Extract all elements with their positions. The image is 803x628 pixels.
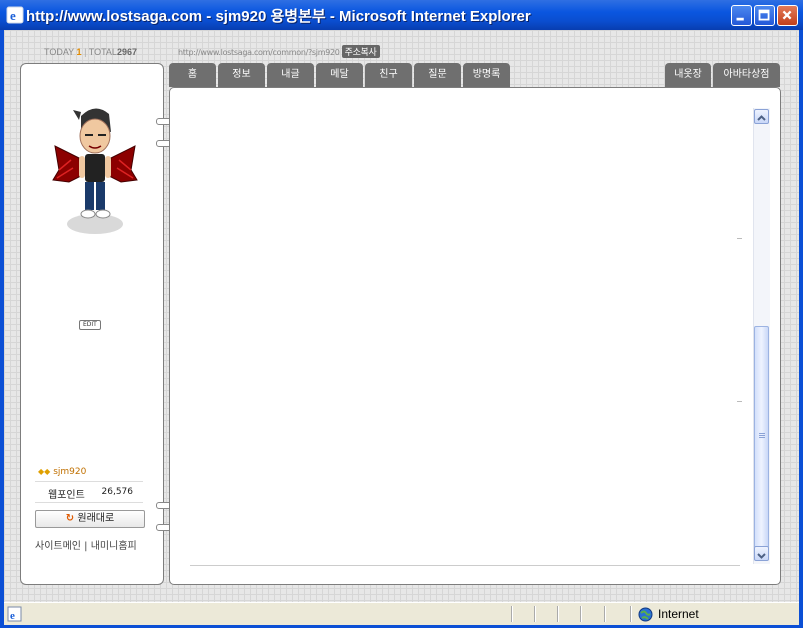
tab-avatar-shop[interactable]: 아바타상점 <box>713 63 780 87</box>
visit-counter: TODAY 1 | TOTAL2967 <box>44 47 137 57</box>
tab-friends[interactable]: 친구 <box>365 63 412 87</box>
security-zone: Internet <box>658 607 699 621</box>
total-label: TOTAL <box>88 47 117 57</box>
total-value: 2967 <box>116 47 137 57</box>
scroll-thumb[interactable] <box>754 326 769 548</box>
today-label: TODAY <box>44 47 75 57</box>
status-separator <box>557 606 559 622</box>
globe-icon <box>638 607 653 622</box>
copy-address-button[interactable]: 주소복사 <box>341 45 380 58</box>
status-separator <box>630 606 632 622</box>
maximize-icon <box>758 9 770 21</box>
main-panel <box>169 87 781 585</box>
status-separator <box>511 606 513 622</box>
site-links[interactable]: 사이트메인 | 내미니홈피 <box>35 537 137 552</box>
vertical-scrollbar[interactable] <box>753 108 770 564</box>
restore-label: 원래대로 <box>77 513 115 524</box>
divider-mark <box>737 238 742 239</box>
today-value: 1 <box>76 47 82 57</box>
status-separator <box>604 606 606 622</box>
tab-info[interactable]: 정보 <box>218 63 265 87</box>
points-label: 웹포인트 <box>48 490 85 501</box>
page-icon: e <box>7 606 22 622</box>
grip-line <box>759 433 765 434</box>
counter-separator: | <box>84 47 87 57</box>
tab-medals[interactable]: 메달 <box>316 63 363 87</box>
title-bar: e http://www.lostsaga.com - sjm920 용병본부 … <box>0 0 803 30</box>
tab-my-posts[interactable]: 내글 <box>267 63 314 87</box>
scroll-up-button[interactable] <box>754 109 769 124</box>
scroll-down-button[interactable] <box>754 546 769 561</box>
url-text: http://www.lostsaga.com/common/?sjm920 <box>178 48 340 57</box>
restore-button[interactable]: ↻ 원래대로 <box>35 510 145 528</box>
grip-line <box>759 437 765 438</box>
ie-logo-icon: e <box>6 6 24 24</box>
chevron-down-icon <box>757 553 766 559</box>
status-separator <box>534 606 536 622</box>
avatar <box>52 108 138 234</box>
window-title: http://www.lostsaga.com - sjm920 용병본부 - … <box>26 8 531 25</box>
divider-mark <box>737 401 742 402</box>
svg-text:e: e <box>10 610 15 622</box>
tab-guestbook[interactable]: 방명록 <box>463 63 510 87</box>
close-window-button[interactable] <box>777 5 798 26</box>
refresh-icon: ↻ <box>65 513 75 524</box>
grip-line <box>759 435 765 436</box>
status-separator <box>580 606 582 622</box>
username[interactable]: sjm920 <box>53 467 86 477</box>
close-icon <box>782 10 792 20</box>
minimize-button[interactable] <box>731 5 752 26</box>
tab-wardrobe[interactable]: 내옷장 <box>665 63 711 87</box>
chevron-up-icon <box>757 115 766 121</box>
status-bar: e Internet <box>4 602 799 625</box>
tab-questions[interactable]: 질문 <box>414 63 461 87</box>
maximize-button[interactable] <box>754 5 775 26</box>
minimize-icon <box>736 17 744 21</box>
homepage-url: http://www.lostsaga.com/common/?sjm920 주소… <box>178 45 380 58</box>
content-divider <box>190 565 740 566</box>
svg-text:e: e <box>10 8 16 23</box>
page-content: TODAY 1 | TOTAL2967 http://www.lostsaga.… <box>4 30 799 602</box>
web-points: 웹포인트 26,576 <box>35 481 143 503</box>
edit-avatar-button[interactable]: EDIT <box>79 320 101 330</box>
tab-home[interactable]: 홈 <box>169 63 216 87</box>
diamond-icon: ◆◆ <box>38 467 51 476</box>
profile-panel: EDIT ◆◆ sjm920 웹포인트 26,576 ↻ 원래대로 사이트메인 … <box>20 63 164 585</box>
username-row: ◆◆ sjm920 <box>38 467 86 477</box>
points-value: 26,576 <box>101 487 134 497</box>
window-frame-right <box>799 30 803 626</box>
